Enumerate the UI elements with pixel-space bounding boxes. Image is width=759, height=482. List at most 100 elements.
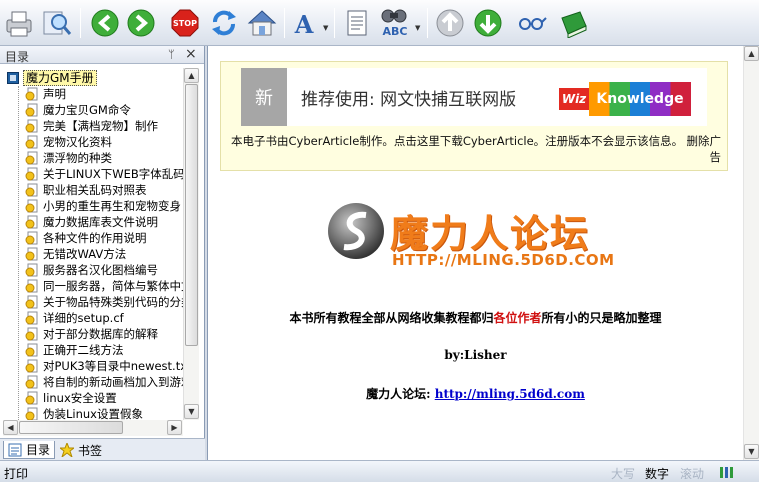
ad-notice-text[interactable]: 本电子书由CyberArticle制作。点击这里下载CyberArticle。注… — [231, 134, 683, 148]
close-icon[interactable]: × — [185, 46, 197, 62]
tree-item[interactable]: 同一服务器，简体与繁体中文 — [25, 278, 183, 294]
tree-item[interactable]: 关于物品特殊类别代码的分类 — [25, 294, 183, 310]
tree-item-label: 对于部分数据库的解释 — [43, 327, 158, 341]
tree-item-label: 详细的setup.cf — [43, 311, 124, 325]
abc-label: ABC — [383, 25, 408, 38]
tab-bookmarks[interactable]: 书签 — [56, 441, 106, 459]
forum-label: 魔力人论坛: — [366, 387, 431, 401]
chevron-down-icon[interactable]: ▼ — [323, 24, 328, 32]
scroll-thumb-horizontal[interactable] — [19, 421, 123, 434]
tab-bookmarks-label: 书签 — [78, 443, 103, 458]
glasses-button[interactable] — [514, 6, 548, 40]
tree-item-label: 伪装Linux设置假象 — [43, 407, 143, 420]
font-button[interactable]: A — [290, 6, 324, 40]
tree-item[interactable]: 详细的setup.cf — [25, 310, 124, 326]
stop-icon: STOP — [171, 9, 199, 37]
forward-button[interactable] — [124, 6, 158, 40]
find-text-button[interactable]: ABC — [378, 6, 412, 40]
status-bar: 打印 大写 数字 滚动 — [0, 460, 759, 482]
tree-item-label: 无错改WAV方法 — [43, 247, 127, 261]
tree-item[interactable]: 漂浮物的种类 — [25, 150, 112, 166]
tree-item[interactable]: 魔力宝贝GM命令 — [25, 102, 131, 118]
tree-item[interactable]: 将自制的新动画档加入到游戏 — [25, 374, 183, 390]
page-icon — [25, 183, 38, 197]
page-icon — [25, 199, 38, 213]
contents-panel: 目录 ᛘ × 魔力GM手册 声明 魔力宝贝GM命令 完美【满档宠物】制作 宠物汉化资料… — [0, 46, 205, 460]
tree-item-label: 同一服务器，简体与繁体中文 — [43, 279, 183, 293]
tree-item[interactable]: 魔力数据库表文件说明 — [25, 214, 158, 230]
page-icon — [25, 375, 38, 389]
pin-icon[interactable]: ᛘ — [168, 48, 175, 61]
page-icon — [25, 151, 38, 165]
tree-item-label: 各种文件的作用说明 — [43, 231, 147, 245]
scroll-left-arrow[interactable]: ◀ — [3, 420, 18, 435]
tree-item[interactable]: 无错改WAV方法 — [25, 246, 126, 262]
forward-icon — [127, 9, 155, 37]
forum-link[interactable]: http://mling.5d6d.com — [435, 387, 585, 401]
tree-item-label: 声明 — [43, 87, 66, 101]
contents-panel-header: 目录 ᛘ × — [0, 46, 204, 64]
ad-banner[interactable]: 新 推荐使用: 网文快捕互联网版 Wiz Knowledge — [241, 68, 707, 126]
scroll-right-arrow[interactable]: ▶ — [167, 420, 182, 435]
tree-item[interactable]: 伪装Linux设置假象 — [25, 406, 143, 420]
scroll-down-arrow[interactable]: ▼ — [184, 404, 199, 419]
tree-item[interactable]: 完美【满档宠物】制作 — [25, 118, 158, 134]
intro-text-authors: 各位作者 — [493, 311, 542, 325]
scroll-up-arrow[interactable]: ▲ — [744, 46, 759, 61]
tree-root[interactable]: 魔力GM手册 — [7, 70, 97, 86]
book-icon — [561, 11, 587, 38]
wizknowledge-logo: Wiz Knowledge — [559, 82, 691, 116]
content-pane: 新 推荐使用: 网文快捕互联网版 Wiz Knowledge 本电子书由Cybe… — [207, 46, 759, 460]
print-icon — [6, 11, 32, 37]
tree-item[interactable]: 服务器名汉化图档编号 — [25, 262, 158, 278]
tree-item[interactable]: 正确开二线方法 — [25, 342, 124, 358]
down-button[interactable] — [471, 6, 505, 40]
remove-ad-link[interactable]: 删除广告 — [683, 133, 722, 165]
book-button[interactable] — [557, 6, 591, 40]
contents-horizontal-scrollbar[interactable]: ◀ ▶ — [3, 420, 183, 436]
stop-button[interactable]: STOP — [168, 6, 202, 40]
up-button[interactable] — [433, 6, 467, 40]
tree-item[interactable]: 职业相关乱码对照表 — [25, 182, 147, 198]
resize-grip-icon[interactable] — [719, 465, 735, 479]
toolbar: STOP A ▼ ABC ▼ — [0, 0, 759, 46]
tree-item-label: 对PUK3等目录中newest.txt — [43, 359, 183, 373]
tree-item[interactable]: 对PUK3等目录中newest.txt — [25, 358, 183, 374]
chevron-down-icon[interactable]: ▼ — [415, 24, 420, 32]
forum-logo: 魔力人论坛 HTTP://MLING.5D6D.COM — [326, 201, 616, 269]
contents-button[interactable] — [340, 6, 374, 40]
find-text-icon: ABC — [381, 9, 408, 38]
contents-vertical-scrollbar[interactable]: ▲ ▼ — [183, 68, 199, 420]
content-vertical-scrollbar[interactable]: ▲ ▼ — [743, 46, 759, 460]
page-icon — [25, 215, 38, 229]
tree-item[interactable]: 关于LINUX下WEB字体乱码 — [25, 166, 183, 182]
scroll-thumb[interactable] — [185, 84, 198, 346]
panel-tabs: 目录 书签 — [0, 438, 205, 460]
tree-item[interactable]: 对于部分数据库的解释 — [25, 326, 158, 342]
font-icon: A — [294, 10, 314, 38]
scroll-down-arrow[interactable]: ▼ — [744, 444, 759, 459]
tree-item[interactable]: linux安全设置 — [25, 390, 117, 406]
search-button[interactable] — [40, 6, 74, 40]
page-icon — [25, 247, 38, 261]
tree-item-label: 关于LINUX下WEB字体乱码 — [43, 167, 183, 181]
scroll-up-arrow[interactable]: ▲ — [184, 68, 199, 83]
page-icon — [25, 263, 38, 277]
num-indicator: 数字 — [645, 467, 670, 481]
page-icon — [25, 407, 38, 420]
tree-item[interactable]: 声明 — [25, 86, 66, 102]
page-icon — [25, 119, 38, 133]
page-icon — [25, 279, 38, 293]
page-icon — [25, 103, 38, 117]
home-button[interactable] — [245, 6, 279, 40]
tree-item[interactable]: 小男的重生再生和宠物变身 — [25, 198, 181, 214]
tree-item-label: 宠物汉化资料 — [43, 135, 112, 149]
print-button[interactable] — [2, 6, 36, 40]
refresh-button[interactable] — [207, 6, 241, 40]
tab-contents[interactable]: 目录 — [3, 441, 56, 459]
back-button[interactable] — [88, 6, 122, 40]
tree-item[interactable]: 各种文件的作用说明 — [25, 230, 147, 246]
page-icon — [25, 311, 38, 325]
tree-item[interactable]: 宠物汉化资料 — [25, 134, 112, 150]
tree-item-label: 漂浮物的种类 — [43, 151, 112, 165]
